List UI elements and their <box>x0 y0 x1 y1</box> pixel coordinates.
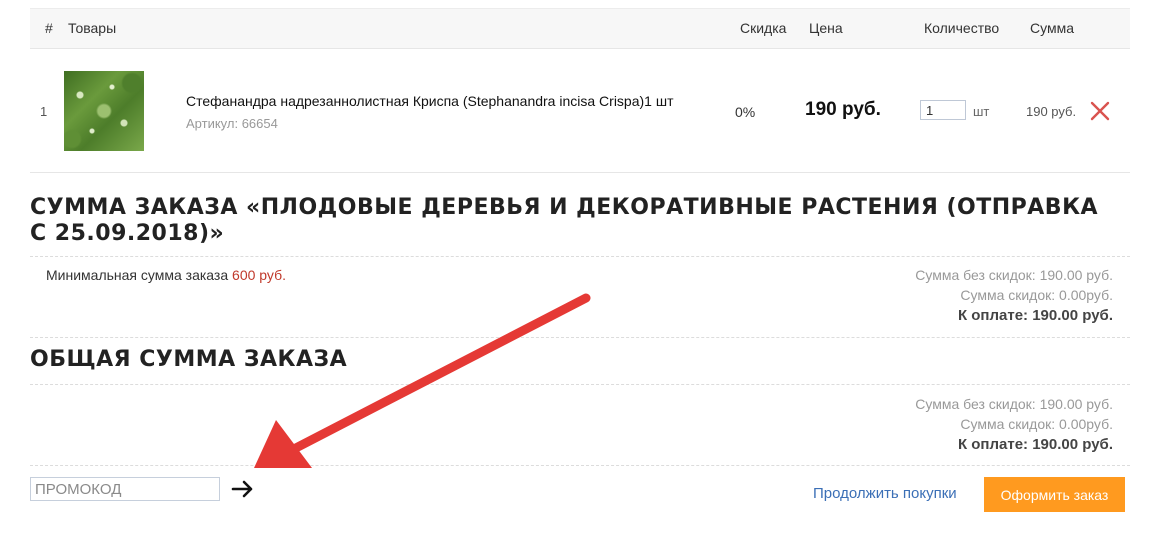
row-divider <box>30 172 1130 173</box>
product-discount: 0% <box>735 104 756 120</box>
arrow-right-icon[interactable] <box>230 478 256 500</box>
header-sum: Сумма <box>1030 20 1074 36</box>
header-price: Цена <box>809 20 843 36</box>
header-products: Товары <box>68 20 117 36</box>
red-arrow-annotation <box>254 293 591 468</box>
section-divider <box>30 256 1130 257</box>
header-discount: Скидка <box>740 20 787 36</box>
product-name[interactable]: Стефанандра надрезаннолистная Криспа (St… <box>186 93 673 109</box>
product-price: 190 руб. <box>805 99 881 120</box>
promo-code-input[interactable] <box>30 477 220 501</box>
total-to-pay: К оплате: 190.00 руб. <box>957 436 1113 453</box>
close-icon[interactable] <box>1089 100 1111 122</box>
row-divider <box>30 48 1130 49</box>
min-order-value: 600 руб. <box>232 267 286 283</box>
checkout-button[interactable]: Оформить заказ <box>984 477 1125 512</box>
section-divider <box>30 384 1130 385</box>
total-sum-discount: Сумма скидок: 0.00руб. <box>960 416 1113 432</box>
header-quantity: Количество <box>924 20 1000 36</box>
product-sku: Артикул: 66654 <box>186 116 278 131</box>
total-sum-no-discount: Сумма без скидок: 190.00 руб. <box>915 396 1113 412</box>
section-divider <box>30 337 1130 338</box>
total-section-title: Общая сумма заказа <box>30 347 348 372</box>
min-order-note: Минимальная сумма заказа 600 руб. <box>46 267 286 283</box>
product-sum: 190 руб. <box>1026 104 1077 119</box>
row-number: 1 <box>40 104 48 119</box>
order-sum-no-discount: Сумма без скидок: 190.00 руб. <box>915 267 1113 283</box>
quantity-unit: шт <box>973 104 990 119</box>
quantity-input[interactable] <box>920 100 966 120</box>
product-thumbnail[interactable] <box>64 71 144 151</box>
order-section-title: Сумма заказа «Плодовые деревья и декорат… <box>30 195 1099 246</box>
section-divider <box>30 465 1130 466</box>
order-to-pay: К оплате: 190.00 руб. <box>957 307 1113 324</box>
header-num: # <box>45 20 53 36</box>
order-sum-discount: Сумма скидок: 0.00руб. <box>960 287 1113 303</box>
min-order-label: Минимальная сумма заказа <box>46 267 229 283</box>
continue-shopping-link[interactable]: Продолжить покупки <box>813 485 957 502</box>
